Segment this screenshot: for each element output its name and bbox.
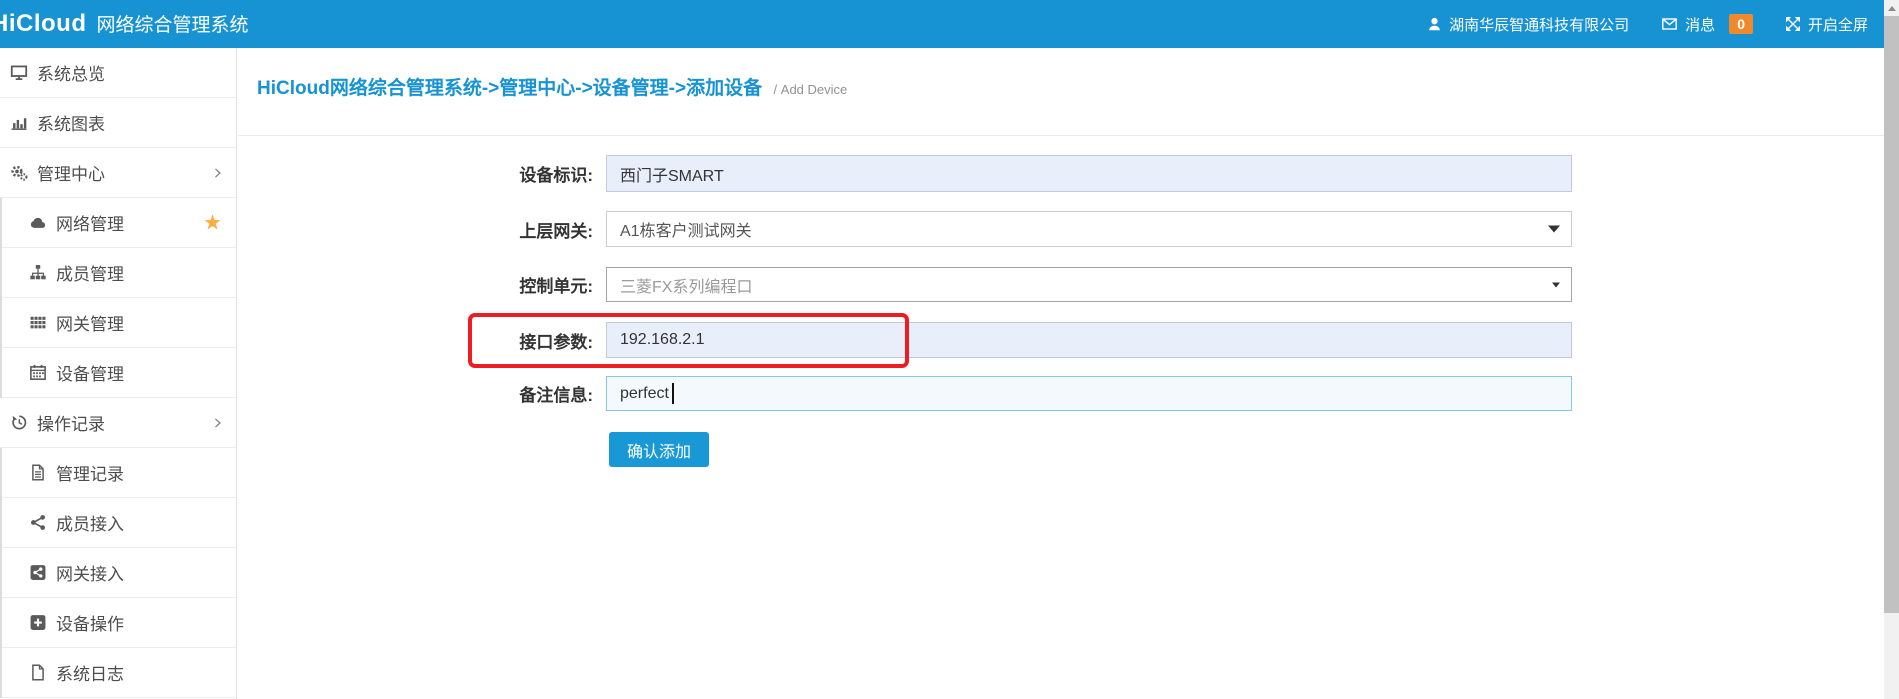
upper-gateway-select[interactable]: A1栋客户测试网关	[606, 211, 1572, 247]
sidebar-submenu-records: 管理记录 成员接入 网关接入 设备操作	[0, 448, 236, 698]
sidebar-item-label: 成员管理	[56, 260, 124, 285]
fullscreen-label: 开启全屏	[1808, 14, 1868, 35]
sidebar-item-label: 网关接入	[56, 560, 124, 585]
header-divider	[238, 135, 1884, 136]
brand-subtitle: 网络综合管理系统	[96, 10, 248, 37]
company-name: 湖南华辰智通科技有限公司	[1449, 14, 1629, 35]
plus-square-icon	[29, 614, 47, 631]
upper-gateway-value: A1栋客户测试网关	[620, 217, 752, 241]
sidebar-item-label: 系统日志	[56, 660, 124, 685]
chevron-right-icon	[211, 416, 224, 430]
topbar: HiCloud 网络综合管理系统 湖南华辰智通科技有限公司 消息 0	[0, 0, 1899, 48]
sidebar-item-label: 系统总览	[37, 60, 105, 85]
breadcrumb-suffix: / Add Device	[774, 82, 848, 97]
sidebar-submenu-management: 网络管理 ★ 成员管理 网关管理 设备管理	[0, 198, 236, 398]
sidebar-item-system-logs[interactable]: 系统日志	[2, 648, 236, 698]
chevron-right-icon	[211, 166, 224, 180]
share-icon	[29, 514, 47, 531]
star-icon[interactable]: ★	[203, 212, 222, 233]
control-unit-label: 控制单元:	[238, 267, 593, 302]
form-row-upper-gateway: 上层网关: A1栋客户测试网关	[238, 211, 1578, 247]
file-icon	[29, 664, 47, 681]
brand-name: HiCloud	[0, 10, 86, 38]
page: HiCloud 网络综合管理系统 湖南华辰智通科技有限公司 消息 0	[0, 0, 1899, 699]
control-unit-value: 三菱FX系列编程口	[620, 273, 752, 297]
bar-chart-icon	[10, 114, 28, 131]
remarks-input[interactable]	[606, 376, 1572, 411]
sidebar-item-member-access[interactable]: 成员接入	[2, 498, 236, 548]
messages-count-badge: 0	[1729, 14, 1753, 34]
messages-menu[interactable]: 消息 0	[1661, 14, 1753, 35]
brand-logo: HiCloud 网络综合管理系统	[0, 10, 249, 38]
envelope-icon	[1661, 16, 1678, 32]
sidebar-item-system-overview[interactable]: 系统总览	[0, 48, 236, 98]
sidebar-item-label: 网络管理	[56, 210, 124, 235]
scrollbar-up-arrow[interactable]	[1884, 0, 1899, 16]
sidebar-item-device-operations[interactable]: 设备操作	[2, 598, 236, 648]
device-id-label: 设备标识:	[238, 155, 593, 192]
grid-icon	[29, 314, 47, 331]
sidebar-item-label: 操作记录	[37, 410, 105, 435]
sidebar-item-label: 网关管理	[56, 310, 124, 335]
sidebar-item-label: 设备操作	[56, 610, 124, 635]
form-row-control-unit: 控制单元: 三菱FX系列编程口	[238, 267, 1578, 302]
history-icon	[10, 414, 28, 431]
sidebar-item-label: 成员接入	[56, 510, 124, 535]
fullscreen-icon	[1785, 16, 1801, 32]
sidebar-item-member-management[interactable]: 成员管理	[2, 248, 236, 298]
sidebar-item-gateway-management[interactable]: 网关管理	[2, 298, 236, 348]
upper-gateway-label: 上层网关:	[238, 211, 593, 247]
interface-params-label: 接口参数:	[238, 322, 593, 358]
sidebar-item-system-charts[interactable]: 系统图表	[0, 98, 236, 148]
form-row-interface-params: 接口参数:	[238, 322, 1578, 358]
fullscreen-toggle[interactable]: 开启全屏	[1785, 14, 1868, 35]
calendar-icon	[29, 364, 47, 381]
device-id-input[interactable]	[606, 155, 1572, 192]
caret-down-icon	[1552, 282, 1560, 287]
sidebar-item-label: 管理记录	[56, 460, 124, 485]
sidebar-item-management-records[interactable]: 管理记录	[2, 448, 236, 498]
sidebar: 系统总览 系统图表 管理中心 网络管理 ★	[0, 48, 237, 699]
sitemap-icon	[29, 264, 47, 281]
vertical-scrollbar[interactable]	[1884, 0, 1899, 699]
user-icon	[1427, 16, 1442, 32]
text-cursor	[672, 383, 674, 404]
file-text-icon	[29, 464, 47, 481]
sidebar-item-device-management[interactable]: 设备管理	[2, 348, 236, 398]
confirm-add-button[interactable]: 确认添加	[609, 432, 709, 467]
sidebar-item-label: 管理中心	[37, 160, 105, 185]
interface-params-input[interactable]	[606, 322, 1572, 358]
caret-down-icon	[1548, 226, 1560, 233]
form-row-device-id: 设备标识:	[238, 155, 1578, 192]
sidebar-item-label: 设备管理	[56, 360, 124, 385]
breadcrumb-path: HiCloud网络综合管理系统->管理中心->设备管理->添加设备	[257, 78, 762, 99]
gears-icon	[10, 164, 28, 181]
breadcrumb: HiCloud网络综合管理系统->管理中心->设备管理->添加设备 / Add …	[257, 73, 847, 100]
share-square-icon	[29, 564, 47, 581]
main-content: HiCloud网络综合管理系统->管理中心->设备管理->添加设备 / Add …	[238, 48, 1884, 699]
topbar-right: 湖南华辰智通科技有限公司 消息 0 开启全屏	[1427, 0, 1868, 48]
remarks-label: 备注信息:	[238, 376, 593, 411]
sidebar-item-label: 系统图表	[37, 110, 105, 135]
form-row-remarks: 备注信息:	[238, 376, 1578, 411]
desktop-icon	[10, 64, 28, 81]
messages-label: 消息	[1685, 14, 1715, 35]
sidebar-item-operation-records[interactable]: 操作记录	[0, 398, 236, 448]
control-unit-select[interactable]: 三菱FX系列编程口	[606, 267, 1572, 302]
sidebar-item-gateway-access[interactable]: 网关接入	[2, 548, 236, 598]
sidebar-item-network-management[interactable]: 网络管理 ★	[2, 198, 236, 248]
sidebar-item-management-center[interactable]: 管理中心	[0, 148, 236, 198]
account-menu[interactable]: 湖南华辰智通科技有限公司	[1427, 14, 1629, 35]
scrollbar-thumb[interactable]	[1884, 16, 1899, 613]
cloud-icon	[29, 214, 47, 231]
